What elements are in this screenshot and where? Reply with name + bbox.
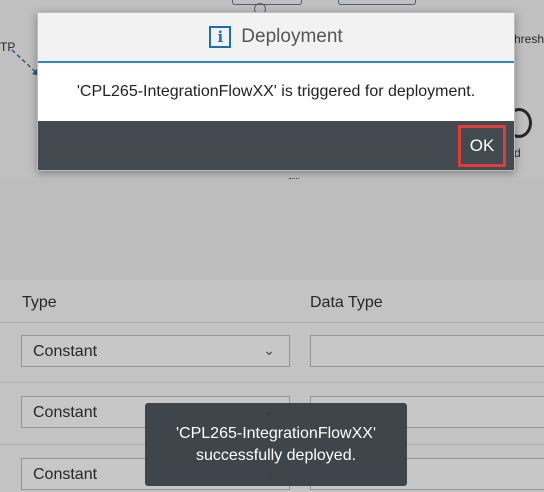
toast-line-1: 'CPL265-IntegrationFlowXX' xyxy=(176,424,376,442)
dialog-title: Deployment xyxy=(241,26,343,47)
dialog-footer: OK xyxy=(38,121,514,170)
info-icon: i xyxy=(209,26,232,48)
toast-line-2: successfully deployed. xyxy=(195,446,357,464)
toast-message: 'CPL265-IntegrationFlowXX' successfully … xyxy=(145,403,407,486)
dialog-header: i Deployment xyxy=(38,13,514,63)
ok-button[interactable]: OK xyxy=(458,125,506,167)
dialog-message: 'CPL265-IntegrationFlowXX' is triggered … xyxy=(76,83,476,100)
deployment-dialog: i Deployment 'CPL265-IntegrationFlowXX' … xyxy=(37,12,515,171)
